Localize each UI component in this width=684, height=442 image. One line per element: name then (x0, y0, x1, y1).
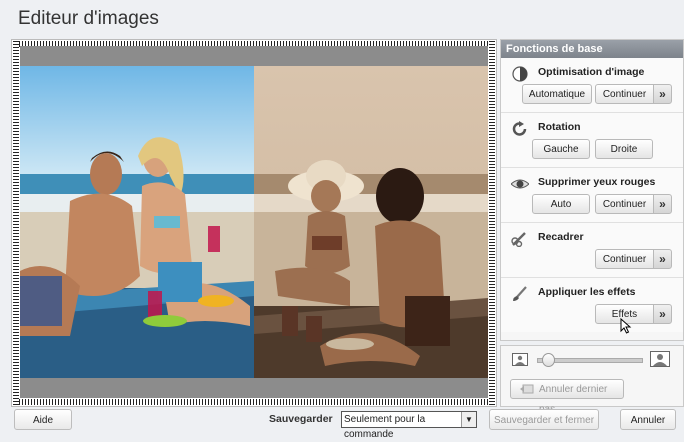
panel-header: Fonctions de base (501, 40, 683, 58)
save-option-value: Seulement pour la commande (344, 414, 426, 440)
basic-functions-panel: Fonctions de base Optimisation d'image A… (500, 39, 684, 341)
optimisation-continue-button[interactable]: Continuer (595, 84, 654, 104)
chevron-down-icon[interactable]: ▼ (461, 412, 476, 427)
left-ruler (13, 41, 19, 405)
mouse-cursor-icon (620, 318, 632, 334)
section-title: Recadrer (538, 231, 584, 243)
rotate-icon (512, 121, 527, 136)
section-effects: Appliquer les effets Effets » (501, 278, 683, 334)
section-title: Appliquer les effets (538, 286, 636, 298)
brush-icon (513, 286, 527, 301)
zoom-in-icon[interactable] (650, 351, 670, 367)
edited-photo[interactable] (20, 66, 488, 378)
redeye-continue-button[interactable]: Continuer (595, 194, 654, 214)
section-crop: Recadrer Continuer » (501, 223, 683, 278)
crop-expand-icon[interactable]: » (653, 249, 672, 269)
save-and-close-button[interactable]: Sauvegarder et fermer (489, 409, 599, 430)
section-title: Supprimer yeux rouges (538, 176, 656, 188)
rotate-left-button[interactable]: Gauche (532, 139, 590, 159)
bottom-ruler (13, 399, 495, 405)
help-button[interactable]: Aide (14, 409, 72, 430)
canvas-bottom-band (20, 378, 488, 398)
section-red-eyes: Supprimer yeux rouges Auto Continuer » (501, 168, 683, 223)
undo-icon (520, 384, 534, 394)
image-canvas[interactable] (11, 39, 497, 407)
section-title: Optimisation d'image (538, 66, 645, 78)
zoom-slider-handle[interactable] (541, 353, 555, 367)
canvas-top-band (20, 46, 488, 66)
section-optimisation: Optimisation d'image Automatique Continu… (501, 58, 683, 113)
effects-expand-icon[interactable]: » (653, 304, 672, 324)
undo-last-step-button[interactable]: Annuler dernier pas (510, 379, 624, 415)
zoom-panel: Annuler dernier pas (500, 345, 684, 415)
section-title: Rotation (538, 121, 581, 133)
save-label: Sauvegarder (269, 413, 333, 425)
redeye-auto-button[interactable]: Auto (532, 194, 590, 214)
app-title: Editeur d'images (18, 8, 159, 29)
section-rotation: Rotation Gauche Droite (501, 113, 683, 168)
rotate-right-button[interactable]: Droite (595, 139, 653, 159)
cancel-button[interactable]: Annuler (620, 409, 676, 430)
automatique-button[interactable]: Automatique (522, 84, 592, 104)
eye-icon (511, 179, 529, 189)
save-option-select[interactable]: Seulement pour la commande ▼ (341, 411, 477, 440)
footer-bar: Aide Sauvegarder Seulement pour la comma… (0, 409, 684, 440)
contrast-icon (512, 66, 528, 82)
zoom-out-icon[interactable] (512, 353, 528, 366)
crop-continue-button[interactable]: Continuer (595, 249, 654, 269)
right-ruler (489, 41, 495, 405)
redeye-expand-icon[interactable]: » (653, 194, 672, 214)
photo-image (20, 66, 488, 378)
crop-icon (511, 232, 526, 247)
optimisation-expand-icon[interactable]: » (653, 84, 672, 104)
